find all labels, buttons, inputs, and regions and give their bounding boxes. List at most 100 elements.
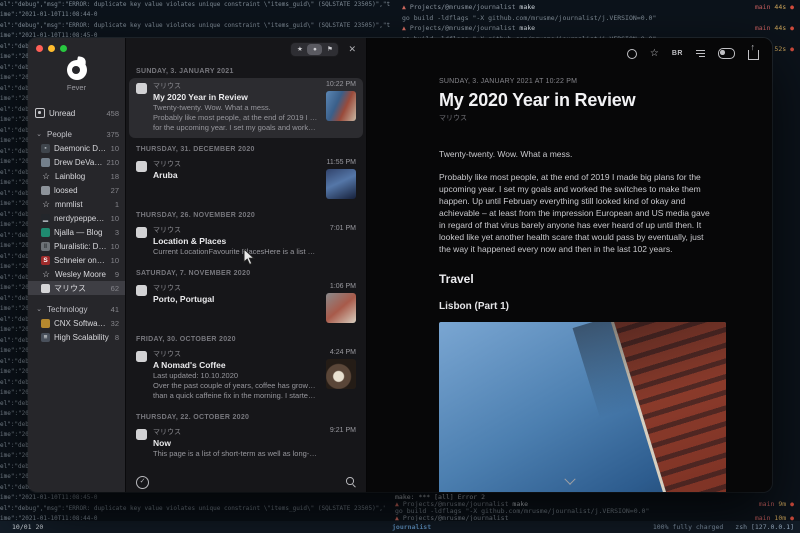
article-meta: 9:21 PM [324, 427, 356, 459]
sidebar-item-label: Technology [47, 305, 107, 314]
fever-logo-icon [67, 60, 87, 80]
article-summary: マリウスMy 2020 Year in ReviewTwenty-twenty.… [153, 81, 318, 133]
article-title: A Nomad's Coffee [153, 360, 318, 370]
filter-flagged-button[interactable]: ⚑ [322, 44, 337, 55]
app-name: Fever [67, 83, 86, 92]
sidebar-item-people[interactable]: ⌄People375 [28, 127, 125, 141]
filter-segmented-control: ★ ● ⚑ [290, 42, 339, 57]
sidebar-item-unread[interactable]: Unread458 [28, 106, 125, 120]
sidebar-item-technology[interactable]: ⌄Technology41 [28, 302, 125, 316]
unread-count: 10 [111, 256, 119, 265]
article-title: Porto, Portugal [153, 294, 318, 304]
article-list-item[interactable]: マリウスNowThis page is a list of short-term… [129, 424, 363, 464]
article-thumbnail [326, 359, 356, 389]
feed-favicon: S [41, 256, 50, 265]
sidebar-item-high-scalability[interactable]: ≡High Scalability8 [28, 330, 125, 344]
share-icon[interactable] [748, 50, 759, 60]
sidebar-item-lainblog[interactable]: ☆Lainblog18 [28, 169, 125, 183]
star-icon: ★ [297, 45, 303, 53]
sidebar-item-label: Unread [49, 109, 102, 118]
sidebar-item-njalla-blog[interactable]: Njalla — Blog3 [28, 225, 125, 239]
scroll-down-button[interactable] [561, 476, 579, 488]
mouse-cursor [243, 248, 255, 266]
article-list-item[interactable]: マリウスPorto, Portugal1:06 PM [129, 280, 363, 328]
star-favicon-icon: ☆ [41, 171, 51, 181]
feed-favicon: ‖ [41, 242, 50, 251]
article-content: SUNDAY, 3. JANUARY 2021 AT 10:22 PM My 2… [439, 78, 713, 492]
text-settings-icon[interactable] [696, 50, 705, 57]
sidebar-item-pluralistic-daily-links[interactable]: ‖Pluralistic: Daily links…10 [28, 239, 125, 253]
feed-favicon[interactable] [136, 161, 147, 172]
date-header: THURSDAY, 31. DECEMBER 2020 [126, 138, 366, 156]
prompt-command: make [519, 23, 535, 34]
article-preview-line: This page is a list of short-term as wel… [153, 449, 318, 459]
article-list-item[interactable]: マリウスAruba11:55 PM [129, 156, 363, 204]
article-summary: マリウスPorto, Portugal [153, 283, 318, 323]
sidebar-item-schneier-on-security[interactable]: SSchneier on Security10 [28, 253, 125, 267]
sidebar-item-item[interactable]: マリウス62 [28, 281, 125, 295]
status-dot-icon: ● [786, 2, 794, 13]
article-summary: マリウスAruba [153, 159, 318, 199]
feed-favicon [41, 284, 50, 293]
sidebar-item-cnx-software-emb[interactable]: CNX Software – Emb…32 [28, 316, 125, 330]
feed-favicon[interactable] [136, 227, 147, 238]
feed-favicon: ▁ [41, 214, 50, 223]
prompt-arrow-icon: ▲ [402, 23, 410, 34]
reader-mode-toggle-icon[interactable] [718, 48, 735, 59]
unread-icon [35, 108, 45, 118]
article-summary: マリウスLocation & PlacesCurrent LocationFav… [153, 225, 318, 257]
battery-status: 100% fully charged [653, 521, 723, 533]
feed-favicon[interactable] [136, 83, 147, 94]
article-title: Aruba [153, 170, 318, 180]
duration-label: 52s [771, 44, 787, 55]
section-heading-lisbon: Lisbon (Part 1) [439, 301, 713, 312]
minimize-window-button[interactable] [48, 45, 55, 52]
sidebar-item-label: mnmlist [55, 200, 111, 209]
dot-icon: ● [313, 46, 317, 53]
sidebar-item-daemonic-dispatches[interactable]: ▪Daemonic Dispatches10 [28, 141, 125, 155]
close-icon[interactable]: ✕ [348, 44, 356, 55]
mark-all-read-button[interactable]: ✓ [136, 476, 149, 489]
zoom-window-button[interactable] [60, 45, 67, 52]
article-title: My 2020 Year in Review [439, 90, 713, 111]
article-title: Now [153, 438, 318, 448]
close-window-button[interactable] [36, 45, 43, 52]
article-meta: 11:55 PM [324, 159, 356, 199]
status-session: journalist [392, 521, 431, 533]
article-title: My 2020 Year in Review [153, 92, 318, 102]
star-article-icon[interactable]: ☆ [650, 49, 659, 59]
fever-window: Fever Unread458 ⌄People375▪Daemonic Dispa… [28, 38, 772, 492]
article-preview-line: Over the past couple of years, coffee ha… [153, 381, 318, 391]
sidebar-item-drew-devault-s-blog[interactable]: Drew DeVault's blog210 [28, 155, 125, 169]
article-list-item[interactable]: マリウスMy 2020 Year in ReviewTwenty-twenty.… [129, 78, 363, 138]
unread-count: 62 [111, 284, 119, 293]
unread-count: 1 [115, 200, 119, 209]
feed-favicon [41, 158, 50, 167]
app-logo: Fever [67, 60, 87, 92]
feed-favicon[interactable] [136, 429, 147, 440]
sidebar-item-loosed[interactable]: loosed27 [28, 183, 125, 197]
status-left: 10/01 20 [12, 521, 43, 533]
filter-starred-button[interactable]: ★ [292, 44, 307, 55]
mark-unread-icon[interactable] [627, 49, 637, 59]
article-meta: 7:01 PM [324, 225, 356, 257]
spacer [535, 2, 755, 13]
sidebar-item-mnmlist[interactable]: ☆mnmlist1 [28, 197, 125, 211]
filter-unread-button[interactable]: ● [307, 44, 322, 55]
article-photo-lisbon [439, 322, 726, 492]
feed-favicon[interactable] [136, 285, 147, 296]
article-preview-line: Probably like most people, at the end of… [153, 113, 318, 123]
unread-count: 210 [106, 158, 119, 167]
prompt-path: Projects/@mrusme/journalist [410, 2, 520, 13]
sidebar-item-nerdypepper-s-blog[interactable]: ▁nerdypepper's μblog10 [28, 211, 125, 225]
feed-favicon[interactable] [136, 351, 147, 362]
duration-label: 44s [771, 2, 787, 13]
sidebar-item-wesley-moore[interactable]: ☆Wesley Moore9 [28, 267, 125, 281]
feed-favicon: ≡ [41, 333, 50, 342]
article-author: マリウス [439, 113, 713, 123]
git-branch-label: main [755, 2, 771, 13]
article-preview-line: Current LocationFavourite PlacesHere is … [153, 247, 318, 257]
search-icon[interactable] [346, 477, 356, 487]
open-in-browser-icon[interactable]: BR [672, 50, 683, 57]
article-list-item[interactable]: マリウスA Nomad's CoffeeLast updated: 10.10.… [129, 346, 363, 406]
